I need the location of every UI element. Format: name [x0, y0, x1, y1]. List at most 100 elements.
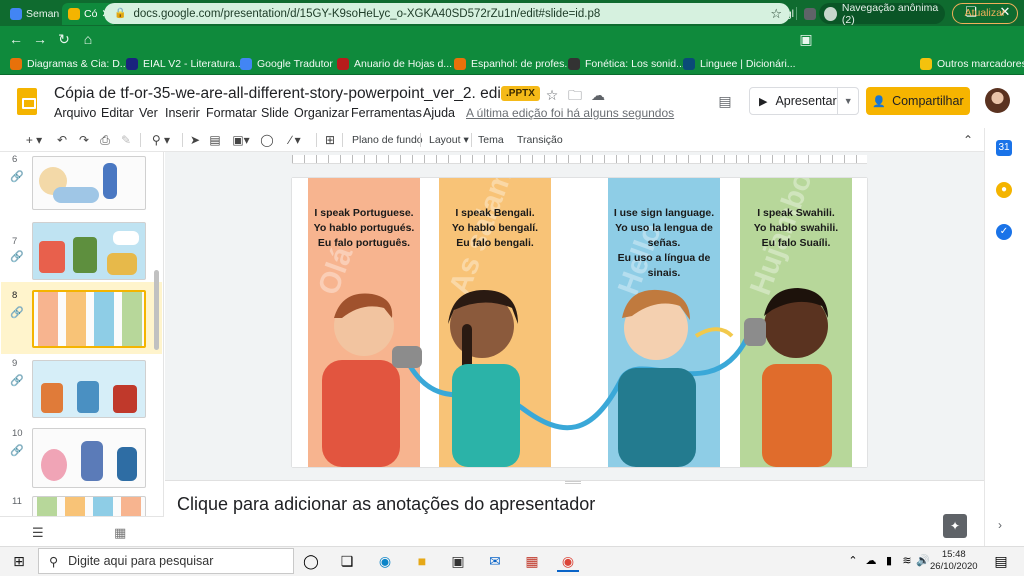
redo-icon[interactable]: ↷	[76, 131, 92, 149]
comments-icon[interactable]: ▤	[716, 92, 734, 110]
tab-favicon-icon	[68, 8, 80, 20]
bookmark-label: Espanhol: de profes...	[471, 57, 574, 70]
menu-item[interactable]: Editar	[101, 106, 134, 120]
star-icon[interactable]: ☆	[543, 86, 561, 104]
menu-item[interactable]: Inserir	[165, 106, 200, 120]
transition-button[interactable]: Transição	[517, 131, 563, 149]
url-bar[interactable]: 🔒 docs.google.com/presentation/d/15GY-K9…	[104, 3, 790, 24]
layout-button[interactable]: Layout ▾	[429, 131, 469, 149]
reload-icon[interactable]: ↻	[54, 29, 74, 49]
search-icon: ⚲	[49, 554, 59, 569]
menu-item[interactable]: Ver	[139, 106, 158, 120]
last-edit-link[interactable]: A última edição foi há alguns segundos	[466, 106, 674, 120]
browser-tab[interactable]: Seman	[4, 3, 60, 25]
menu-item[interactable]: Arquivo	[54, 106, 96, 120]
paint-format-icon[interactable]: ✎	[118, 131, 134, 149]
text-box-icon[interactable]: ▤	[207, 131, 223, 149]
undo-icon[interactable]: ↶	[54, 131, 70, 149]
print-icon[interactable]: ⎙	[97, 131, 113, 149]
collapse-toolbar-icon[interactable]: ⌃	[960, 131, 976, 149]
file-explorer-icon[interactable]: ■	[411, 550, 433, 572]
bookmark-item[interactable]: Fonética: Los sonid...	[568, 55, 685, 72]
folder-icon	[920, 57, 932, 70]
chrome-icon[interactable]: ◉	[557, 550, 579, 572]
document-title[interactable]: Cópia de tf-or-35-we-are-all-different-s…	[54, 85, 531, 103]
new-slide-icon[interactable]: + ▾	[20, 131, 48, 149]
incognito-indicator[interactable]: Navegação anônima (2)	[819, 2, 945, 26]
bookmark-label: Fonética: Los sonid...	[585, 57, 685, 70]
store-icon[interactable]: ▣	[447, 550, 469, 572]
select-cursor-icon[interactable]: ➤	[187, 131, 203, 149]
link-icon: 🔗	[10, 171, 24, 183]
background-button[interactable]: Plano de fundo	[352, 131, 423, 149]
slide-thumbnail[interactable]	[32, 360, 146, 418]
notes-placeholder[interactable]: Clique para adicionar as anotações do ap…	[177, 494, 595, 515]
bookmark-item[interactable]: Google Tradutor	[240, 55, 333, 72]
taskbar-search[interactable]: ⚲ Digite aqui para pesquisar	[38, 548, 294, 574]
keep-icon[interactable]: ●	[996, 182, 1012, 198]
system-clock[interactable]: 15:48 26/10/2020	[930, 549, 978, 573]
tasks-icon[interactable]: ✓	[996, 224, 1012, 240]
back-icon[interactable]: ←	[6, 29, 26, 49]
shape-icon[interactable]: ◯	[258, 131, 276, 149]
comment-add-icon[interactable]: ⊞	[322, 131, 338, 149]
other-bookmarks[interactable]: Outros marcadores	[920, 55, 1024, 72]
tab-label: Có	[84, 8, 98, 20]
filmstrip-footer: ☰ ▦	[0, 516, 164, 546]
app-icon[interactable]: ▦	[521, 550, 543, 572]
cloud-status-icon[interactable]: ☁	[589, 86, 607, 104]
slide-canvas[interactable]: Olá I speak Portuguese. Yo hablo portugué…	[292, 178, 867, 467]
menu-item[interactable]: Ferramentas	[351, 106, 422, 120]
forward-icon[interactable]: →	[30, 29, 50, 49]
menu-item[interactable]: Ajuda	[423, 106, 455, 120]
slide-thumbnail[interactable]	[32, 428, 146, 488]
menu-item[interactable]: Organizar	[294, 106, 349, 120]
slide-thumbnail-selected[interactable]	[32, 290, 146, 348]
update-button[interactable]: Atualizar	[952, 3, 1018, 24]
grid-view-icon[interactable]: ▦	[114, 525, 126, 541]
mail-icon[interactable]: ✉	[484, 550, 506, 572]
bookmark-item[interactable]: Diagramas & Cia: D...	[10, 55, 129, 72]
notes-resize-handle[interactable]	[565, 481, 581, 484]
present-dropdown-icon[interactable]: ▼	[838, 96, 858, 106]
zoom-icon[interactable]: ⚲ ▾	[146, 131, 176, 149]
bookmark-favicon-icon	[126, 57, 138, 70]
notifications-icon[interactable]: ▤	[990, 550, 1012, 572]
bookmark-item[interactable]: Linguee | Dicionári...	[683, 55, 796, 72]
list-view-icon[interactable]: ☰	[32, 525, 44, 541]
home-icon[interactable]: ⌂	[78, 29, 98, 49]
bookmark-star-icon[interactable]: ☆	[770, 6, 782, 22]
share-button[interactable]: 👤 Compartilhar	[866, 87, 970, 115]
calendar-icon[interactable]: 31	[996, 140, 1012, 156]
slide-thumbnail[interactable]	[32, 222, 146, 280]
explore-icon[interactable]: ✦	[943, 514, 967, 538]
extension-icon[interactable]: ▣	[796, 29, 816, 49]
menu-item[interactable]: Formatar	[206, 106, 257, 120]
tab-separator	[796, 7, 797, 20]
bookmark-label: Linguee | Dicionári...	[700, 57, 796, 70]
edge-icon[interactable]: ◉	[374, 550, 396, 572]
slide-thumbnail[interactable]	[32, 156, 146, 210]
slide-number: 11	[12, 496, 22, 507]
bookmark-favicon-icon	[337, 57, 349, 70]
theme-button[interactable]: Tema	[478, 131, 504, 149]
bookmark-item[interactable]: EIAL V2 - Literatura...	[126, 55, 244, 72]
cortana-icon[interactable]: ◯	[300, 550, 322, 572]
bookmark-item[interactable]: Anuario de Hojas d...	[337, 55, 452, 72]
lock-icon: 🔒	[114, 8, 127, 19]
bookmark-label: Anuario de Hojas d...	[354, 57, 453, 70]
line-icon[interactable]: ∕ ▾	[280, 131, 310, 149]
filmstrip-scrollbar[interactable]	[154, 270, 159, 350]
task-view-icon[interactable]: ❏	[336, 550, 358, 572]
bookmark-item[interactable]: Espanhol: de profes...	[454, 55, 573, 72]
image-icon[interactable]: ▣▾	[228, 131, 254, 149]
windows-start-icon[interactable]: ⊞	[8, 550, 30, 572]
slide-thumbnail[interactable]	[32, 496, 146, 516]
menu-item[interactable]: Slide	[261, 106, 289, 120]
move-folder-icon[interactable]: 🗀	[566, 86, 584, 104]
slides-logo-icon[interactable]	[17, 88, 37, 115]
present-button[interactable]: ▶ Apresentar ▼	[749, 87, 859, 115]
expand-panel-icon[interactable]: ›	[998, 518, 1002, 532]
slide-number: 10	[12, 428, 23, 439]
user-avatar[interactable]	[985, 88, 1010, 113]
